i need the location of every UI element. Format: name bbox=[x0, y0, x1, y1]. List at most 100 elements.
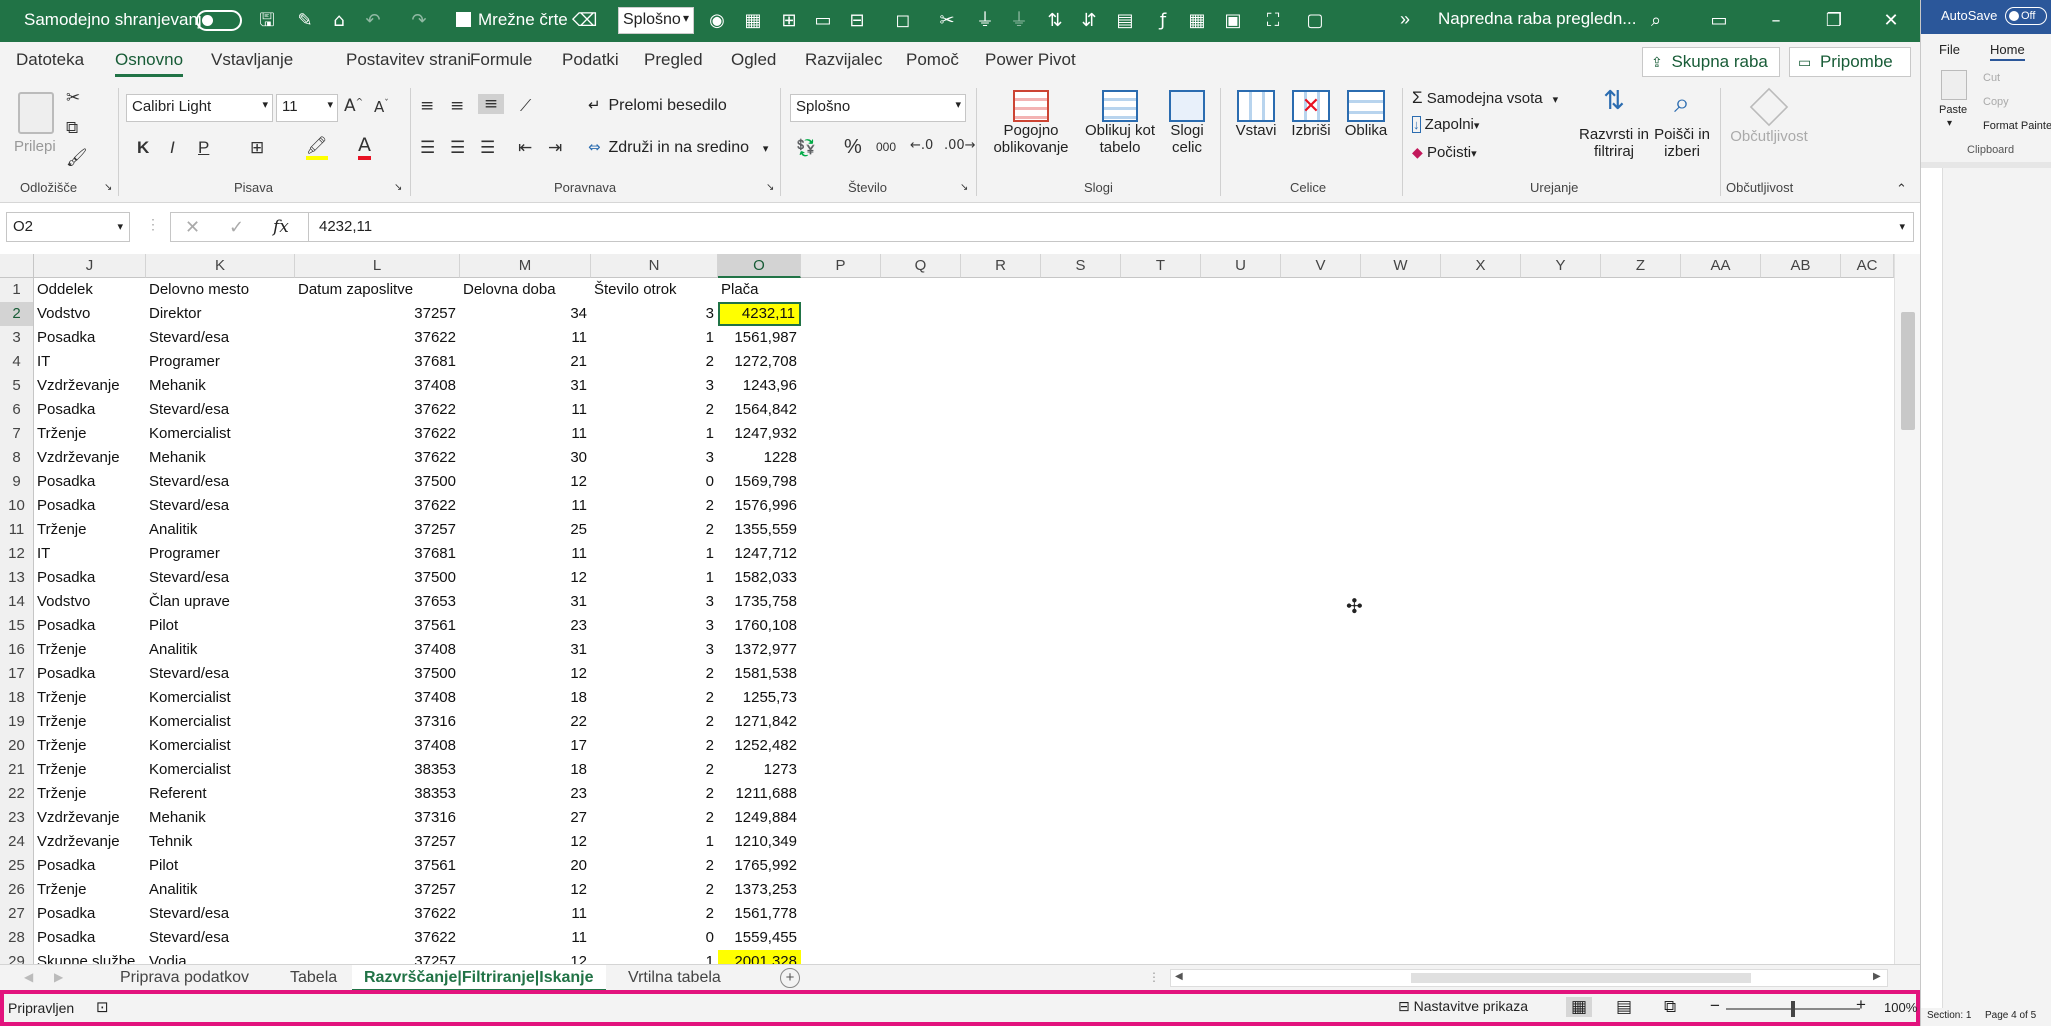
cell-o[interactable]: 1271,842 bbox=[718, 710, 801, 734]
column-header-r[interactable]: R bbox=[961, 254, 1041, 278]
cell-o[interactable]: 1247,932 bbox=[718, 422, 801, 446]
cell-k[interactable]: Komercialist bbox=[146, 422, 295, 446]
cell-m[interactable]: 12 bbox=[460, 878, 591, 902]
ribbon-display-icon[interactable]: ▭ bbox=[1708, 10, 1730, 32]
next-sheet-icon[interactable]: ▶ bbox=[54, 970, 63, 984]
cell-m[interactable]: 11 bbox=[460, 422, 591, 446]
cell-n[interactable]: 2 bbox=[591, 782, 718, 806]
cell-j[interactable]: Vzdrževanje bbox=[34, 806, 146, 830]
cell-k[interactable]: Mehanik bbox=[146, 374, 295, 398]
cell-l[interactable]: 37257 bbox=[295, 830, 460, 854]
currency-icon[interactable]: ▭ bbox=[812, 10, 834, 32]
fill-button[interactable]: ↓ Zapolni▾ bbox=[1412, 116, 1479, 133]
sort-filter-button[interactable]: ⇅ Razvrsti in filtriraj bbox=[1578, 86, 1650, 176]
column-header-aa[interactable]: AA bbox=[1681, 254, 1761, 278]
cell-n[interactable]: 2 bbox=[591, 686, 718, 710]
cell-l[interactable]: 37408 bbox=[295, 686, 460, 710]
gridlines-checkbox[interactable] bbox=[456, 12, 471, 27]
word-copy-label[interactable]: Copy bbox=[1983, 96, 2009, 108]
cell-j[interactable]: Trženje bbox=[34, 782, 146, 806]
sheet-tab-vrtilna[interactable]: Vrtilna tabela bbox=[616, 965, 733, 992]
cell-o[interactable]: 1372,977 bbox=[718, 638, 801, 662]
cell-m[interactable]: 27 bbox=[460, 806, 591, 830]
cell-k[interactable]: Mehanik bbox=[146, 806, 295, 830]
tab-help[interactable]: Pomoč bbox=[906, 50, 959, 70]
pivot-icon[interactable]: ⊞ bbox=[778, 10, 800, 32]
cell-m[interactable]: 12 bbox=[460, 662, 591, 686]
cut-icon[interactable]: ✂ bbox=[66, 88, 80, 108]
cell-n[interactable]: 2 bbox=[591, 662, 718, 686]
cell-m[interactable]: 21 bbox=[460, 350, 591, 374]
sheet-tab-priprava[interactable]: Priprava podatkov bbox=[108, 965, 261, 992]
tab-data[interactable]: Podatki bbox=[562, 50, 619, 70]
cell-l[interactable]: 37561 bbox=[295, 854, 460, 878]
open-folder-icon[interactable]: ⌂ bbox=[328, 10, 350, 32]
cell-l[interactable]: 37316 bbox=[295, 710, 460, 734]
sort-desc-icon[interactable]: ⇵ bbox=[1078, 10, 1100, 32]
row-header[interactable]: 11 bbox=[0, 518, 34, 542]
cell-m[interactable]: 31 bbox=[460, 638, 591, 662]
enter-icon[interactable]: ✓ bbox=[229, 217, 244, 238]
column-header-ab[interactable]: AB bbox=[1761, 254, 1841, 278]
zoom-in-button[interactable]: + bbox=[1856, 995, 1866, 1015]
horizontal-scrollbar[interactable]: ◀ ▶ bbox=[1170, 969, 1888, 987]
find-select-button[interactable]: ⌕ Poišči in izberi bbox=[1652, 86, 1712, 176]
cell-o[interactable]: 1735,758 bbox=[718, 590, 801, 614]
cell-j[interactable]: Posadka bbox=[34, 326, 146, 350]
cell-m[interactable]: 17 bbox=[460, 734, 591, 758]
insert-cells-button[interactable]: Vstavi bbox=[1228, 86, 1284, 176]
cell-k[interactable]: Stevard/esa bbox=[146, 326, 295, 350]
layout-icon[interactable]: ▣ bbox=[1222, 10, 1244, 32]
row-header[interactable]: 4 bbox=[0, 350, 34, 374]
cell-j[interactable]: Vodstvo bbox=[34, 302, 146, 326]
normal-view-icon[interactable]: ▦ bbox=[1566, 997, 1593, 1017]
header-cell-l[interactable]: Datum zaposlitve bbox=[295, 278, 460, 302]
cell-o[interactable]: 1760,108 bbox=[718, 614, 801, 638]
cell-m[interactable]: 11 bbox=[460, 398, 591, 422]
align-top-icon[interactable]: ≡ bbox=[420, 96, 434, 116]
number-dialog-launcher-icon[interactable]: ↘ bbox=[960, 182, 968, 193]
sensitivity-button[interactable]: Občutljivost bbox=[1726, 86, 1812, 176]
header-cell-n[interactable]: Število otrok bbox=[591, 278, 718, 302]
row-header[interactable]: 18 bbox=[0, 686, 34, 710]
cell-m[interactable]: 31 bbox=[460, 374, 591, 398]
cell-o[interactable]: 1559,455 bbox=[718, 926, 801, 950]
cell-k[interactable]: Analitik bbox=[146, 518, 295, 542]
cell-k[interactable]: Direktor bbox=[146, 302, 295, 326]
column-header-w[interactable]: W bbox=[1361, 254, 1441, 278]
tab-formulas[interactable]: Formule bbox=[470, 50, 532, 70]
copy-icon[interactable]: ⧉ bbox=[66, 118, 78, 138]
cell-n[interactable]: 1 bbox=[591, 326, 718, 350]
italic-button[interactable]: I bbox=[170, 138, 175, 158]
column-header-s[interactable]: S bbox=[1041, 254, 1121, 278]
cell-l[interactable]: 38353 bbox=[295, 782, 460, 806]
cell-o[interactable]: 1561,987 bbox=[718, 326, 801, 350]
page-break-view-icon[interactable]: ⧉ bbox=[1664, 997, 1676, 1017]
accessibility-icon[interactable]: ⊡ bbox=[96, 998, 109, 1016]
thousands-button[interactable]: 000 bbox=[876, 140, 896, 154]
tab-insert[interactable]: Vstavljanje bbox=[211, 50, 293, 70]
screen-icon[interactable]: ▢ bbox=[1304, 10, 1326, 32]
cell-l[interactable]: 37681 bbox=[295, 542, 460, 566]
tools-icon[interactable]: ✂ bbox=[936, 10, 958, 32]
alignment-dialog-launcher-icon[interactable]: ↘ bbox=[766, 182, 774, 193]
header-cell-k[interactable]: Delovno mesto bbox=[146, 278, 295, 302]
cell-n[interactable]: 2 bbox=[591, 854, 718, 878]
cell-l[interactable]: 37257 bbox=[295, 950, 460, 964]
cell-o[interactable]: 1228 bbox=[718, 446, 801, 470]
row-header[interactable]: 15 bbox=[0, 614, 34, 638]
page-layout-view-icon[interactable]: ▤ bbox=[1616, 997, 1632, 1017]
row-header[interactable]: 7 bbox=[0, 422, 34, 446]
cell-j[interactable]: IT bbox=[34, 542, 146, 566]
splitter-handle[interactable]: ⋮ bbox=[1148, 970, 1160, 984]
cell-n[interactable]: 2 bbox=[591, 902, 718, 926]
cell-j[interactable]: Vzdrževanje bbox=[34, 374, 146, 398]
cell-n[interactable]: 1 bbox=[591, 566, 718, 590]
autosave-toggle[interactable] bbox=[196, 10, 242, 31]
cell-k[interactable]: Pilot bbox=[146, 854, 295, 878]
row-header[interactable]: 22 bbox=[0, 782, 34, 806]
cell-k[interactable]: Analitik bbox=[146, 878, 295, 902]
table-icon[interactable]: ▦ bbox=[742, 10, 764, 32]
cell-o[interactable]: 1273 bbox=[718, 758, 801, 782]
cell-n[interactable]: 2 bbox=[591, 710, 718, 734]
